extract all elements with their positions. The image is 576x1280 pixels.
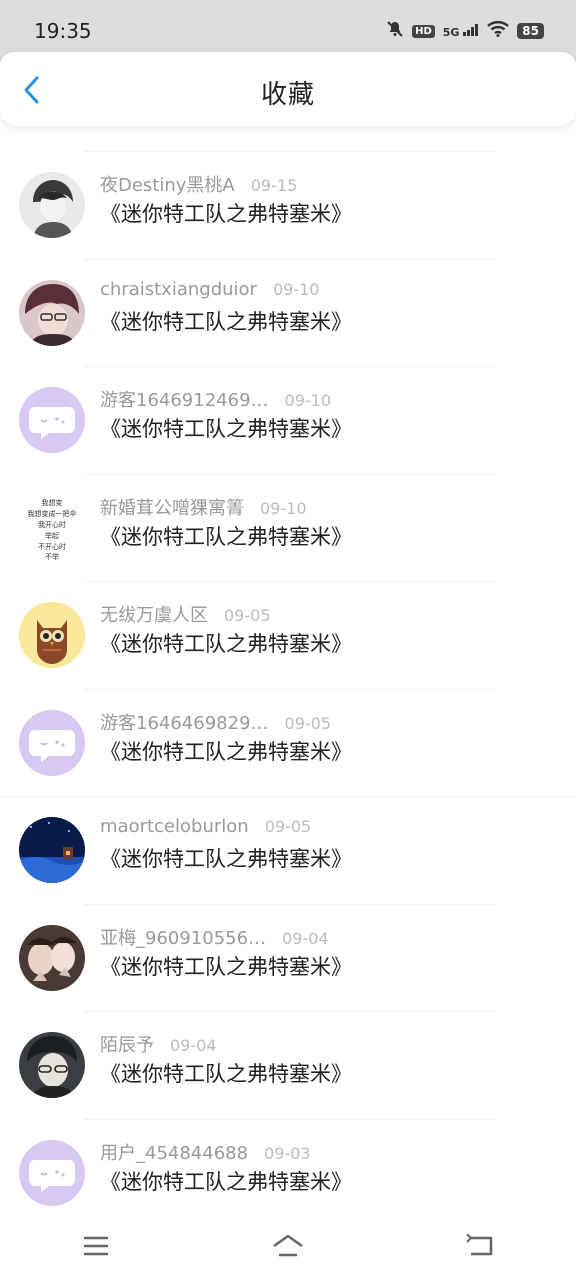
entry-title[interactable]: 《迷你特工队之弗特塞米》 bbox=[100, 736, 352, 766]
entry-title[interactable]: 《迷你特工队之弗特塞米》 bbox=[100, 843, 352, 873]
username[interactable]: chraistxiangduior bbox=[100, 279, 257, 300]
entry-date: 09-10 bbox=[260, 498, 307, 518]
list-item[interactable]: chraistxiangduior 09-10 《迷你特工队之弗特塞米》 bbox=[0, 260, 576, 367]
entry-title[interactable]: 《迷你特工队之弗特塞米》 bbox=[100, 1058, 352, 1088]
entry-date: 09-10 bbox=[272, 279, 320, 299]
favorites-screen: 19:35 HD 5G 85 收藏 夜Destiny黑桃A 09-15 《迷你特… bbox=[0, 0, 576, 1280]
avatar[interactable] bbox=[19, 172, 85, 238]
list-item-partial bbox=[0, 126, 576, 152]
avatar[interactable] bbox=[19, 387, 85, 453]
list-item[interactable]: 游客1646912469… 09-10 《迷你特工队之弗特塞米》 bbox=[0, 367, 576, 475]
entry-meta: 游客1646469829… 09-05 bbox=[100, 709, 331, 735]
avatar[interactable] bbox=[19, 602, 85, 668]
avatar-line: 我开心时 bbox=[38, 520, 66, 529]
wifi-icon bbox=[487, 21, 510, 41]
entry-title[interactable]: 《迷你特工队之弗特塞米》 bbox=[100, 306, 352, 336]
username[interactable]: 陌辰予 bbox=[100, 1031, 154, 1057]
menu-icon bbox=[84, 1236, 108, 1256]
favorites-list: 夜Destiny黑桃A 09-15 《迷你特工队之弗特塞米》 chraistxi… bbox=[0, 126, 576, 1227]
entry-date: 09-05 bbox=[284, 713, 332, 733]
list-item[interactable]: 陌辰予 09-04 《迷你特工队之弗特塞米》 bbox=[0, 1012, 576, 1120]
menu-button[interactable] bbox=[66, 1222, 126, 1270]
username[interactable]: 亚梅_960910556… bbox=[100, 924, 266, 950]
entry-date: 09-05 bbox=[264, 817, 312, 836]
entry-meta: 新婚茸公噌猓寓箐 09-10 bbox=[100, 494, 307, 520]
entry-meta: 亚梅_960910556… 09-04 bbox=[100, 924, 329, 950]
entry-date: 09-15 bbox=[250, 176, 298, 195]
avatar-line: 举起 bbox=[45, 531, 59, 540]
username[interactable]: 新婚茸公噌猓寓箐 bbox=[100, 494, 244, 520]
system-nav-bar bbox=[0, 1212, 576, 1280]
entry-date: 09-04 bbox=[282, 928, 329, 948]
entry-date: 09-04 bbox=[170, 1036, 217, 1055]
entry-meta: 游客1646912469… 09-10 bbox=[100, 386, 331, 412]
avatar[interactable] bbox=[19, 1032, 85, 1098]
entry-date: 09-05 bbox=[224, 606, 271, 625]
username[interactable]: 用户_454844688 bbox=[100, 1139, 248, 1165]
entry-title[interactable]: 《迷你特工队之弗特塞米》 bbox=[100, 198, 352, 228]
avatar[interactable] bbox=[19, 1139, 85, 1206]
home-icon bbox=[273, 1234, 303, 1257]
entry-meta: 夜Destiny黑桃A 09-15 bbox=[100, 171, 297, 197]
avatar[interactable] bbox=[19, 279, 85, 346]
list-item[interactable]: maortceloburlon 09-05 《迷你特工队之弗特塞米》 bbox=[0, 797, 576, 905]
hd-icon: HD bbox=[412, 24, 435, 38]
status-icons: HD 5G 85 bbox=[386, 20, 544, 42]
battery-icon: 85 bbox=[517, 23, 544, 39]
entry-date: 09-03 bbox=[264, 1143, 311, 1163]
username[interactable]: 游客1646469829… bbox=[100, 709, 269, 735]
back-icon bbox=[466, 1234, 493, 1256]
status-time: 19:35 bbox=[34, 19, 92, 43]
avatar-line: 我想变 bbox=[42, 498, 63, 507]
avatar-line: 不开心时 bbox=[38, 542, 66, 551]
entry-date: 09-10 bbox=[284, 391, 332, 410]
signal-icon: 5G bbox=[442, 23, 480, 39]
entry-meta: 陌辰予 09-04 bbox=[100, 1031, 217, 1057]
app-header: 收藏 bbox=[0, 52, 576, 126]
mute-icon bbox=[386, 20, 404, 42]
page-title: 收藏 bbox=[260, 80, 315, 110]
list-item[interactable]: 夜Destiny黑桃A 09-15 《迷你特工队之弗特塞米》 bbox=[0, 152, 576, 260]
username[interactable]: 无绂万虞人区 bbox=[100, 601, 208, 627]
network-label: 5G bbox=[442, 25, 460, 39]
home-button[interactable] bbox=[258, 1222, 318, 1270]
list-item[interactable]: 无绂万虞人区 09-05 《迷你特工队之弗特塞米》 bbox=[0, 582, 576, 690]
entry-meta: chraistxiangduior 09-10 bbox=[100, 279, 319, 300]
avatar[interactable]: 我想变 我想变成一把伞 我开心时 举起 不开心时 不举 bbox=[19, 494, 85, 561]
entry-title[interactable]: 《迷你特工队之弗特塞米》 bbox=[100, 951, 352, 981]
username[interactable]: 游客1646912469… bbox=[100, 386, 269, 412]
avatar[interactable] bbox=[19, 817, 85, 883]
avatar[interactable] bbox=[19, 924, 85, 991]
entry-title[interactable]: 《迷你特工队之弗特塞米》 bbox=[100, 628, 352, 658]
list-item[interactable]: 我想变 我想变成一把伞 我开心时 举起 不开心时 不举 新婚茸公噌猓寓箐 09-… bbox=[0, 475, 576, 582]
list-item[interactable]: 亚梅_960910556… 09-04 《迷你特工队之弗特塞米》 bbox=[0, 905, 576, 1012]
list-item[interactable]: 用户_454844688 09-03 《迷你特工队之弗特塞米》 bbox=[0, 1120, 576, 1228]
entry-meta: 用户_454844688 09-03 bbox=[100, 1139, 311, 1165]
entry-title[interactable]: 《迷你特工队之弗特塞米》 bbox=[100, 521, 352, 551]
entry-title[interactable]: 《迷你特工队之弗特塞米》 bbox=[100, 413, 352, 443]
entry-title[interactable]: 《迷你特工队之弗特塞米》 bbox=[100, 1166, 352, 1196]
entry-meta: 无绂万虞人区 09-05 bbox=[100, 601, 271, 627]
avatar-line: 我想变成一把伞 bbox=[28, 509, 77, 518]
list-item[interactable]: 游客1646469829… 09-05 《迷你特工队之弗特塞米》 bbox=[0, 690, 576, 797]
username[interactable]: 夜Destiny黑桃A bbox=[100, 171, 235, 197]
back-nav-button[interactable] bbox=[450, 1222, 510, 1270]
entry-meta: maortceloburlon 09-05 bbox=[100, 816, 311, 837]
username[interactable]: maortceloburlon bbox=[100, 816, 249, 837]
avatar[interactable] bbox=[19, 709, 85, 776]
avatar-line: 不举 bbox=[45, 552, 59, 561]
